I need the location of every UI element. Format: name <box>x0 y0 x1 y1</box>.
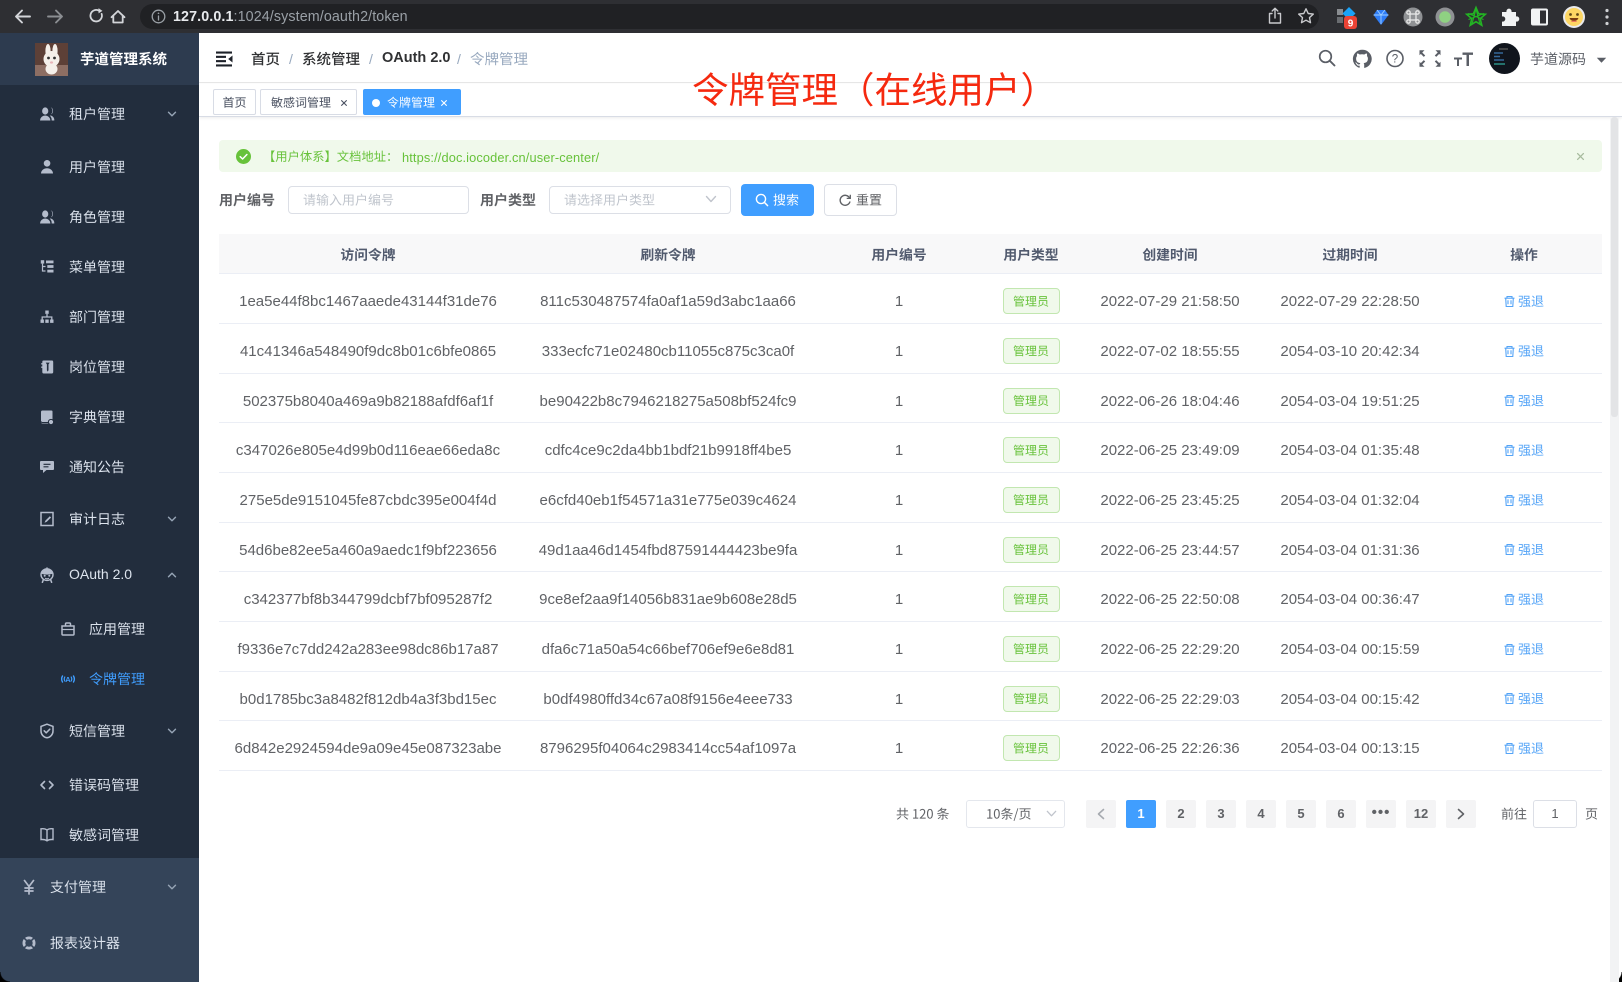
svg-text:?: ? <box>1392 54 1398 66</box>
svg-text:9: 9 <box>1348 18 1354 29</box>
svg-text:A: A <box>65 675 71 684</box>
